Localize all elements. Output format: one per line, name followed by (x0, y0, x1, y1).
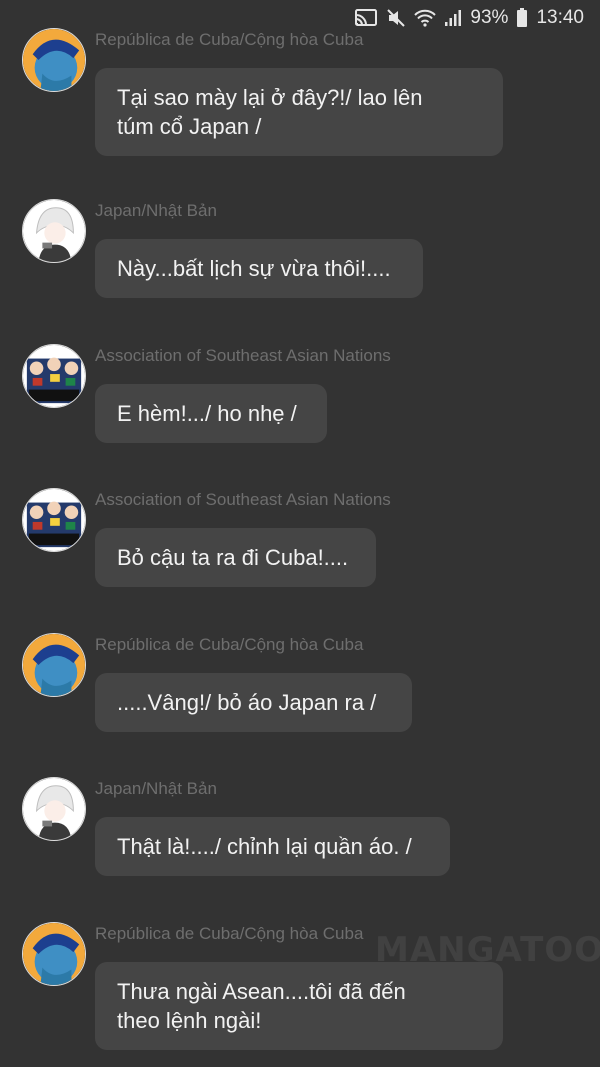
asean-avatar[interactable] (22, 488, 86, 552)
sender-name: Japan/Nhật Bản (95, 201, 217, 220)
watermark: MANGATOON (375, 930, 600, 970)
sender-name: Association of Southeast Asian Nations (95, 490, 391, 509)
chat-message: Association of Southeast Asian Nations B… (22, 488, 582, 588)
message-bubble[interactable]: E hèm!.../ ho nhẹ / (95, 384, 327, 443)
chat-message: Japan/Nhật Bản Này...bất lịch sự vừa thô… (22, 199, 582, 299)
japan-avatar[interactable] (22, 199, 86, 263)
message-bubble[interactable]: .....Vâng!/ bỏ áo Japan ra / (95, 673, 412, 732)
message-bubble[interactable]: Thật là!..../ chỉnh lại quần áo. / (95, 817, 450, 876)
message-bubble[interactable]: Thưa ngài Asean....tôi đã đến theo lệnh … (95, 962, 503, 1050)
sender-name: República de Cuba/Cộng hòa Cuba (95, 635, 364, 654)
message-bubble[interactable]: Tại sao mày lại ở đây?!/ lao lên túm cổ … (95, 68, 503, 156)
mute-icon (386, 8, 406, 28)
wifi-icon (414, 9, 437, 27)
clock: 13:40 (536, 7, 584, 28)
sender-name: Association of Southeast Asian Nations (95, 346, 391, 365)
signal-icon (444, 9, 462, 27)
japan-avatar[interactable] (22, 777, 86, 841)
message-bubble[interactable]: Bỏ cậu ta ra đi Cuba!.... (95, 528, 376, 587)
sender-name: República de Cuba/Cộng hòa Cuba (95, 30, 364, 49)
battery-icon (516, 8, 528, 28)
chat-message: República de Cuba/Cộng hòa Cuba Tại sao … (22, 28, 582, 158)
chat-message: Association of Southeast Asian Nations E… (22, 344, 582, 444)
chat-message: República de Cuba/Cộng hòa Cuba .....Vân… (22, 633, 582, 733)
cuba-avatar[interactable] (22, 28, 86, 92)
sender-name: Japan/Nhật Bản (95, 779, 217, 798)
asean-avatar[interactable] (22, 344, 86, 408)
battery-percent: 93% (470, 7, 509, 28)
cast-icon (354, 8, 378, 28)
chat-message: Japan/Nhật Bản Thật là!..../ chỉnh lại q… (22, 777, 582, 877)
cuba-avatar[interactable] (22, 922, 86, 986)
cuba-avatar[interactable] (22, 633, 86, 697)
message-bubble[interactable]: Này...bất lịch sự vừa thôi!.... (95, 239, 423, 298)
sender-name: República de Cuba/Cộng hòa Cuba (95, 924, 364, 943)
